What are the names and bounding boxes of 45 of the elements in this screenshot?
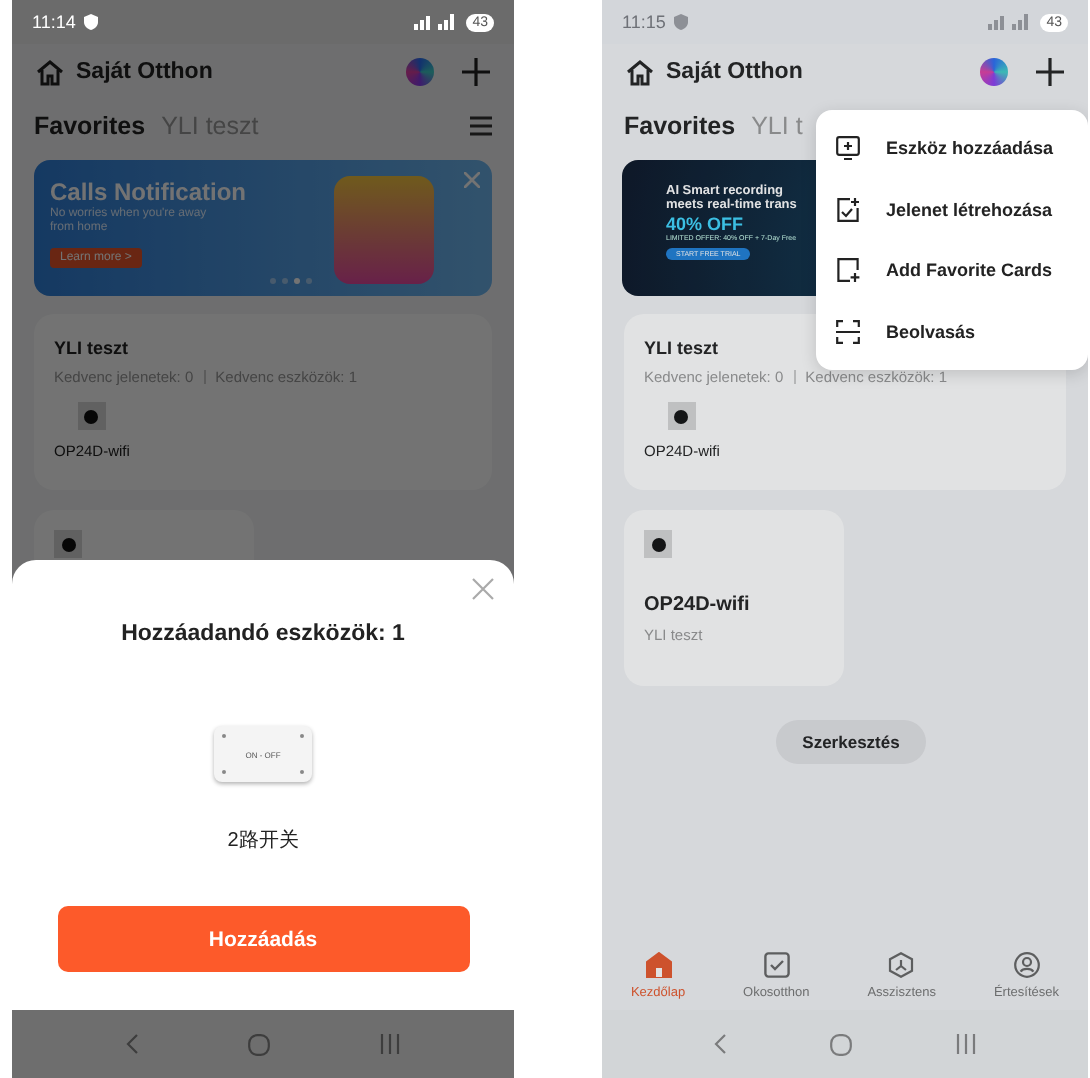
recents-icon[interactable] bbox=[956, 1034, 976, 1054]
menu-item[interactable]: Add Favorite Cards bbox=[816, 240, 1088, 301]
device-name: OP24D-wifi bbox=[644, 594, 752, 616]
tab[interactable]: Favorites bbox=[624, 112, 736, 140]
sheet-title: Hozzáadandó eszközök: 1 bbox=[121, 622, 405, 646]
device-name: 2路开关 bbox=[227, 827, 299, 854]
plus-icon[interactable] bbox=[1036, 58, 1064, 86]
assistant-ring-icon[interactable] bbox=[980, 58, 1008, 86]
offer-text: 40% OFF bbox=[666, 214, 746, 234]
profile-icon bbox=[1013, 951, 1040, 977]
banner-title: Calls Notification bbox=[50, 178, 249, 206]
device-icon[interactable] bbox=[667, 402, 696, 430]
device-add-icon bbox=[836, 136, 860, 161]
menu-item[interactable]: Jelenet létrehozása bbox=[816, 179, 1088, 240]
edit-button[interactable]: Szerkesztés bbox=[776, 720, 926, 764]
menu-item[interactable]: Eszköz hozzáadása bbox=[816, 118, 1088, 179]
home-icon bbox=[645, 951, 672, 977]
close-icon[interactable] bbox=[472, 578, 494, 600]
add-button[interactable]: Hozzáadás bbox=[57, 906, 469, 972]
back-icon[interactable] bbox=[714, 1034, 726, 1054]
home-title[interactable]: Saját Otthon bbox=[76, 60, 213, 84]
menu-icon[interactable] bbox=[470, 116, 492, 136]
checkbox-icon bbox=[763, 951, 790, 977]
signal-icon bbox=[414, 14, 459, 30]
scan-icon bbox=[836, 319, 860, 344]
room-title: YLI teszt bbox=[54, 338, 131, 358]
assistant-ring-icon[interactable] bbox=[406, 58, 434, 86]
signal-icon bbox=[988, 14, 1033, 30]
device-icon bbox=[54, 530, 82, 558]
tab[interactable]: YLI t bbox=[751, 112, 803, 140]
hexagon-icon bbox=[888, 951, 915, 977]
status-time: 11:15 bbox=[622, 12, 666, 32]
room-title: YLI teszt bbox=[644, 338, 721, 358]
phone-illustration bbox=[334, 176, 434, 284]
scene-add-icon bbox=[836, 197, 860, 222]
device-icon bbox=[644, 530, 672, 558]
home-icon[interactable] bbox=[626, 59, 654, 85]
shield-icon bbox=[83, 14, 98, 30]
shield-icon bbox=[673, 14, 688, 30]
card-add-icon bbox=[836, 258, 860, 283]
status-time: 11:14 bbox=[32, 12, 76, 32]
back-icon[interactable] bbox=[126, 1034, 139, 1054]
recents-icon[interactable] bbox=[379, 1034, 400, 1054]
tab[interactable]: Favorites bbox=[34, 112, 146, 140]
home-title[interactable]: Saját Otthon bbox=[666, 60, 803, 84]
